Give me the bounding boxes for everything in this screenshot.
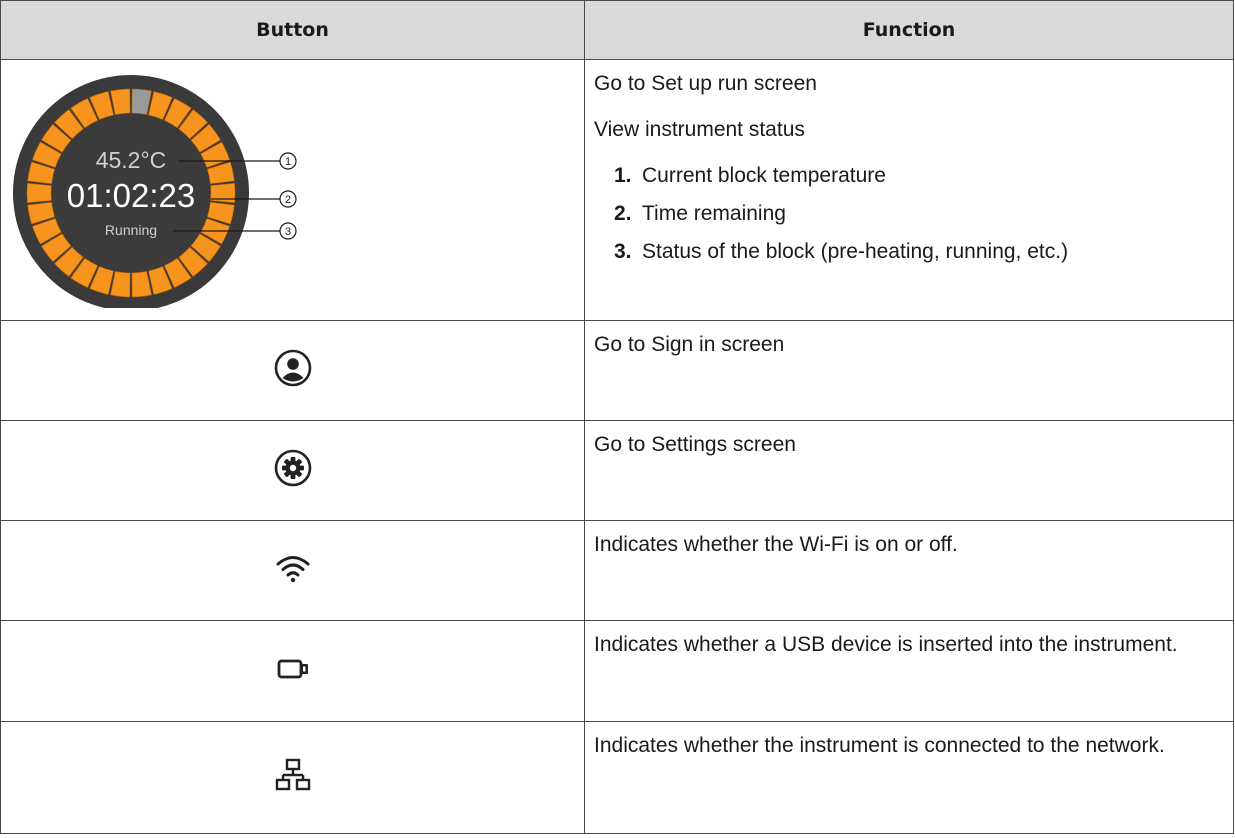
function-cell: Go to Sign in screen bbox=[584, 320, 1234, 421]
dial-status: Running bbox=[105, 222, 157, 238]
table-row: Go to Settings screen bbox=[0, 420, 1234, 521]
list-item: 2. Time remaining bbox=[614, 202, 786, 225]
dial-cell: 45.2°C 01:02:23 Running 1 2 3 bbox=[0, 59, 585, 321]
dial-temperature: 45.2°C bbox=[96, 147, 167, 173]
function-cell: Indicates whether the instrument is conn… bbox=[584, 721, 1234, 834]
function-text: Go to Sign in screen bbox=[594, 333, 785, 356]
dial-segment bbox=[210, 183, 236, 203]
header-button: Button bbox=[0, 0, 585, 60]
function-text: Indicates whether a USB device is insert… bbox=[594, 633, 1178, 656]
run-dial: 45.2°C 01:02:23 Running 1 2 3 bbox=[13, 75, 297, 311]
table-row: Indicates whether a USB device is insert… bbox=[0, 620, 1234, 722]
function-cell: Indicates whether the Wi-Fi is on or off… bbox=[584, 520, 1234, 621]
run-dial-button[interactable]: 45.2°C 01:02:23 Running 1 2 3 bbox=[11, 68, 341, 311]
function-text: Indicates whether the instrument is conn… bbox=[594, 734, 1165, 757]
header-function: Function bbox=[584, 0, 1234, 60]
table-header-row: Button Function bbox=[0, 0, 1234, 60]
table-row: Go to Sign in screen bbox=[0, 320, 1234, 421]
function-cell: Go to Settings screen bbox=[584, 420, 1234, 521]
function-cell: Indicates whether a USB device is insert… bbox=[584, 620, 1234, 722]
function-text: View instrument status bbox=[594, 118, 805, 141]
user-icon[interactable] bbox=[273, 348, 313, 388]
button-function-table: Button Function 45.2°C 01:02:23 Running bbox=[0, 0, 1234, 834]
table-row: Indicates whether the Wi-Fi is on or off… bbox=[0, 520, 1234, 621]
icon-cell bbox=[0, 721, 585, 834]
network-icon bbox=[273, 755, 313, 795]
usb-icon bbox=[273, 649, 313, 689]
function-cell: Go to Set up run screen View instrument … bbox=[584, 59, 1234, 321]
list-item: 1. Current block temperature bbox=[614, 164, 886, 187]
icon-cell bbox=[0, 520, 585, 621]
table-row: 45.2°C 01:02:23 Running 1 2 3 Go to Set … bbox=[0, 59, 1234, 321]
dial-segment bbox=[26, 183, 52, 203]
icon-cell bbox=[0, 320, 585, 421]
status-steps: 1. Current block temperature 2. Time remai… bbox=[594, 162, 1225, 266]
callout-1: 1 bbox=[285, 156, 291, 168]
function-text: Go to Set up run screen bbox=[594, 72, 817, 95]
function-text: Indicates whether the Wi-Fi is on or off… bbox=[594, 533, 958, 556]
list-item: 3. Status of the block (pre-heating, runn… bbox=[614, 240, 1069, 263]
gear-icon[interactable] bbox=[273, 448, 313, 488]
function-text: Go to Settings screen bbox=[594, 433, 796, 456]
icon-cell bbox=[0, 420, 585, 521]
icon-cell bbox=[0, 620, 585, 722]
callout-2: 2 bbox=[285, 194, 291, 206]
callout-3: 3 bbox=[285, 226, 291, 238]
wifi-icon bbox=[273, 548, 313, 588]
table-row: Indicates whether the instrument is conn… bbox=[0, 721, 1234, 834]
dial-time: 01:02:23 bbox=[67, 177, 195, 214]
